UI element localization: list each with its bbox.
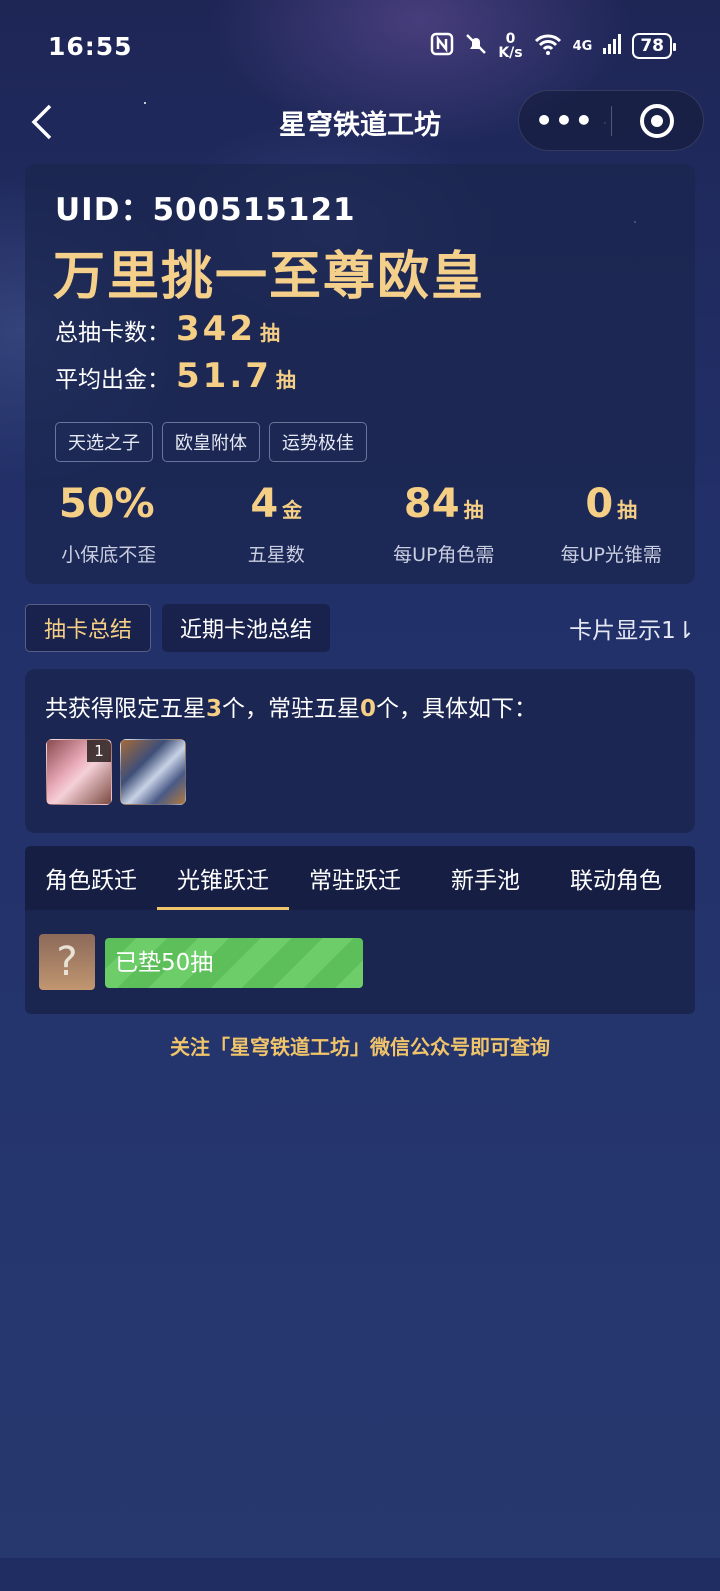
obtained-prefix: 共获得限定五星 — [45, 696, 206, 722]
net-speed: 0 K/s — [498, 32, 522, 60]
obtained-suffix: 个，具体如下： — [376, 696, 538, 722]
battery-indicator: 78 — [632, 33, 676, 59]
average-gold-unit: 抽 — [275, 368, 296, 392]
metric-unit: 抽 — [463, 498, 484, 522]
rank-title: 万里挑一至尊欧皇 — [53, 247, 486, 307]
obtained-card: 共获得限定五星3个，常驻五星0个，具体如下： 1 — [25, 669, 695, 833]
character-avatar[interactable]: 1 — [46, 739, 112, 805]
tag-great-fortune: 运势极佳 — [269, 422, 367, 462]
mute-bell-icon — [464, 32, 488, 60]
metric-per-up-lightcone: 0抽 每UP光锥需 — [528, 482, 696, 567]
tab-character-warp[interactable]: 角色跃迁 — [25, 846, 157, 910]
obtained-avatars: 1 — [46, 739, 186, 805]
average-gold: 平均出金： 51.7 抽 — [55, 356, 296, 396]
close-target-icon[interactable] — [612, 103, 703, 138]
total-draws-value: 342 — [176, 309, 256, 349]
unknown-item-icon: ? — [39, 934, 95, 990]
average-gold-value: 51.7 — [176, 356, 272, 396]
metric-label: 小保底不歪 — [61, 544, 157, 566]
tab-lightcone-warp[interactable]: 光锥跃迁 — [157, 846, 289, 910]
nfc-icon — [430, 32, 454, 60]
tab-draw-summary[interactable]: 抽卡总结 — [25, 604, 152, 652]
footer-note: 关注「星穹铁道工坊」微信公众号即可查询 — [170, 1035, 550, 1059]
metric-no-lose-5050: 50% 小保底不歪 — [25, 482, 193, 567]
pity-progress-text: 已垫50抽 — [115, 950, 214, 976]
uid-line: UID：500515121 — [55, 184, 356, 229]
summary-card: UID：500515121 万里挑一至尊欧皇 总抽卡数： 342 抽 平均出金：… — [25, 164, 695, 584]
total-draws-unit: 抽 — [259, 321, 280, 345]
average-gold-label: 平均出金： — [55, 367, 170, 393]
tag-lucky-possessed: 欧皇附体 — [162, 422, 260, 462]
tag-chosen-one: 天选之子 — [55, 422, 153, 462]
character-avatar[interactable] — [120, 739, 186, 805]
bottom-strip — [0, 1558, 720, 1591]
tab-beginner-pool[interactable]: 新手池 — [431, 846, 550, 910]
mini-program-capsule: ••• — [518, 90, 704, 151]
status-time: 16:55 — [48, 31, 133, 61]
more-icon[interactable]: ••• — [519, 106, 611, 134]
summary-tab-row: 抽卡总结 近期卡池总结 卡片显示1⇂ — [25, 604, 695, 652]
uid-label: UID： — [55, 192, 153, 228]
total-draws-label: 总抽卡数： — [55, 320, 170, 346]
metric-five-star-count: 4金 五星数 — [193, 482, 361, 567]
wifi-icon — [533, 32, 563, 60]
metric-value: 4 — [250, 481, 279, 527]
metric-label: 每UP角色需 — [393, 544, 495, 566]
metric-value: 84 — [403, 481, 460, 527]
luck-tags: 天选之子 欧皇附体 运势极佳 — [55, 422, 367, 462]
tab-recent-pool-summary[interactable]: 近期卡池总结 — [162, 604, 331, 652]
uid-value: 500515121 — [152, 192, 356, 228]
metric-label: 五星数 — [247, 544, 305, 566]
metric-value: 0 — [585, 481, 614, 527]
avatar-count-badge: 1 — [87, 740, 111, 762]
obtained-middle: 个，常驻五星 — [222, 696, 361, 722]
metric-value: 50% — [58, 481, 155, 527]
metric-unit: 抽 — [617, 498, 638, 522]
metric-unit: 金 — [282, 498, 303, 522]
metrics-row: 50% 小保底不歪 4金 五星数 84 抽 每UP角色需 0抽 每UP光锥需 — [25, 482, 695, 567]
total-draws: 总抽卡数： 342 抽 — [55, 309, 280, 349]
pity-progress-bar: 已垫50抽 — [105, 938, 363, 988]
pool-tab-bar: 角色跃迁 光锥跃迁 常驻跃迁 新手池 联动角色 — [25, 846, 695, 910]
pool-card: 角色跃迁 光锥跃迁 常驻跃迁 新手池 联动角色 ? 已垫50抽 — [25, 846, 695, 1014]
card-display-toggle[interactable]: 卡片显示1⇂ — [569, 611, 695, 645]
limited-five-star-count: 3 — [206, 696, 223, 722]
status-bar: 16:55 0 K/s 4G 78 — [0, 0, 720, 92]
network-type: 4G — [572, 38, 593, 54]
standard-five-star-count: 0 — [360, 696, 377, 722]
tab-collab-character[interactable]: 联动角色 — [550, 846, 682, 910]
net-speed-value: 0 — [505, 31, 516, 47]
metric-per-up-character: 84 抽 每UP角色需 — [360, 482, 528, 567]
net-speed-unit: K/s — [498, 45, 523, 61]
nav-bar: 星穹铁道工坊 ••• — [0, 90, 720, 152]
signal-icon — [602, 33, 622, 59]
tab-standard-warp[interactable]: 常驻跃迁 — [289, 846, 431, 910]
status-icons: 0 K/s 4G 78 — [430, 32, 676, 60]
obtained-summary: 共获得限定五星3个，常驻五星0个，具体如下： — [45, 689, 537, 723]
metric-label: 每UP光锥需 — [560, 544, 662, 566]
